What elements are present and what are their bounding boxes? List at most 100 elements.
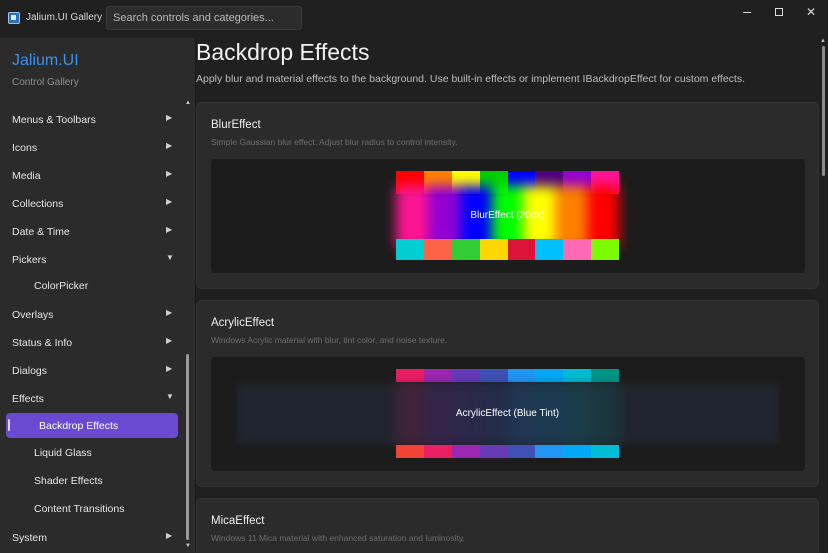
chevron-right-icon: ▶	[166, 364, 173, 373]
color-swatch	[507, 445, 536, 458]
selection-indicator	[8, 419, 10, 431]
sidebar-item-content-transitions[interactable]: Content Transitions	[0, 496, 184, 522]
color-swatch	[591, 445, 619, 458]
chevron-right-icon: ▶	[166, 169, 173, 178]
color-swatch	[396, 239, 424, 260]
brand-title: Jalium.UI	[12, 52, 79, 69]
color-swatch	[591, 369, 619, 382]
sidebar-item-label: Menus & Toolbars	[12, 114, 96, 126]
color-swatch	[423, 445, 452, 458]
scroll-up-icon[interactable]: ▲	[820, 38, 826, 44]
chevron-right-icon: ▶	[166, 531, 173, 540]
scroll-down-icon[interactable]: ▼	[185, 543, 191, 549]
blur-effect-demo: BlurEffect (20px)	[211, 159, 805, 273]
app-icon	[8, 12, 20, 24]
sidebar-item-media[interactable]: Media ▶	[0, 163, 184, 189]
sidebar-item-liquid-glass[interactable]: Liquid Glass	[0, 440, 184, 466]
sidebar-item-colorpicker[interactable]: ColorPicker	[0, 273, 184, 299]
minimize-button[interactable]	[734, 4, 760, 20]
sidebar-item-label: Content Transitions	[34, 503, 125, 515]
chevron-right-icon: ▶	[166, 336, 173, 345]
main-content: Backdrop Effects Apply blur and material…	[196, 38, 828, 553]
sidebar-scrollbar-thumb[interactable]	[186, 354, 189, 540]
sidebar-item-shader-effects[interactable]: Shader Effects	[0, 468, 184, 494]
color-swatch	[563, 445, 592, 458]
color-swatch	[479, 369, 508, 382]
card-description: Simple Gaussian blur effect. Adjust blur…	[211, 137, 458, 147]
maximize-icon	[775, 8, 783, 16]
sidebar-item-label: Overlays	[12, 309, 54, 321]
color-swatch	[423, 369, 452, 382]
color-swatch	[451, 445, 480, 458]
blur-effect-card: BlurEffect Simple Gaussian blur effect. …	[196, 102, 819, 289]
main-scrollbar-thumb[interactable]	[822, 46, 825, 176]
close-button[interactable]: ✕	[798, 4, 824, 20]
sidebar-item-label: Icons	[12, 142, 38, 154]
color-swatch	[535, 239, 564, 260]
color-strip-bottom	[396, 445, 619, 458]
chevron-down-icon: ▼	[166, 253, 174, 262]
sidebar-item-label: Liquid Glass	[34, 447, 92, 459]
brand-subtitle: Control Gallery	[12, 77, 79, 88]
color-swatch	[396, 445, 424, 458]
color-swatch	[507, 239, 536, 260]
demo-label: BlurEffect (20px)	[470, 210, 545, 221]
card-description: Windows 11 Mica material with enhanced s…	[211, 533, 465, 543]
sidebar-item-overlays[interactable]: Overlays ▶	[0, 302, 184, 328]
chevron-right-icon: ▶	[166, 141, 173, 150]
sidebar-item-label: Dialogs	[12, 365, 48, 377]
color-swatch	[396, 369, 424, 382]
sidebar-item-system[interactable]: System ▶	[0, 525, 184, 551]
sidebar-item-label: Status & Info	[12, 337, 73, 349]
sidebar-item-label: Collections	[12, 198, 64, 210]
acrylic-effect-card: AcrylicEffect Windows Acrylic material w…	[196, 300, 819, 487]
sidebar-item-label: Backdrop Effects	[39, 420, 119, 432]
color-swatch	[479, 239, 508, 260]
chevron-down-icon: ▼	[166, 392, 174, 401]
sidebar-item-dialogs[interactable]: Dialogs ▶	[0, 358, 184, 384]
color-strip-top	[396, 369, 619, 382]
sidebar-item-icons[interactable]: Icons ▶	[0, 135, 184, 161]
chevron-right-icon: ▶	[166, 197, 173, 206]
sidebar-item-label: Media	[12, 170, 41, 182]
card-title: AcrylicEffect	[211, 317, 275, 329]
sidebar-item-label: Shader Effects	[34, 475, 103, 487]
demo-label: AcrylicEffect (Blue Tint)	[455, 408, 560, 419]
page-title: Backdrop Effects	[196, 39, 370, 65]
sidebar-item-label: System	[12, 532, 48, 544]
card-description: Windows Acrylic material with blur, tint…	[211, 335, 448, 345]
color-swatch	[563, 239, 592, 260]
page-description: Apply blur and material effects to the b…	[196, 73, 745, 85]
mica-effect-card: MicaEffect Windows 11 Mica material with…	[196, 498, 819, 553]
maximize-button[interactable]	[766, 4, 792, 20]
sidebar-item-label: ColorPicker	[34, 280, 89, 292]
search-input[interactable]: Search controls and categories...	[106, 6, 302, 30]
sidebar-item-pickers[interactable]: Pickers ▼	[0, 247, 184, 273]
acrylic-effect-demo: AcrylicEffect (Blue Tint)	[211, 357, 805, 471]
sidebar-item-collections[interactable]: Collections ▶	[0, 191, 184, 217]
chevron-right-icon: ▶	[166, 113, 173, 122]
app-title: Jalium.UI Gallery	[26, 12, 103, 23]
color-swatch	[535, 445, 564, 458]
sidebar-item-backdrop-effects[interactable]: Backdrop Effects	[6, 413, 178, 438]
title-bar: Jalium.UI Gallery Search controls and ca…	[0, 0, 828, 38]
chevron-right-icon: ▶	[166, 225, 173, 234]
sidebar: Jalium.UI Control Gallery Menus & Toolba…	[0, 38, 196, 553]
scroll-up-icon[interactable]: ▲	[185, 100, 191, 106]
color-swatch	[423, 239, 452, 260]
sidebar-item-label: Effects	[12, 393, 44, 405]
card-title: BlurEffect	[211, 119, 261, 131]
color-swatch	[535, 369, 564, 382]
sidebar-item-effects[interactable]: Effects ▼	[0, 386, 184, 412]
color-swatch	[451, 239, 480, 260]
minimize-icon	[743, 12, 751, 14]
color-strip-bottom	[396, 239, 619, 260]
sidebar-item-label: Date & Time	[12, 226, 70, 238]
color-swatch	[479, 445, 508, 458]
sidebar-item-date-time[interactable]: Date & Time ▶	[0, 219, 184, 245]
sidebar-item-label: Pickers	[12, 254, 47, 266]
close-icon: ✕	[805, 5, 817, 19]
sidebar-item-status-info[interactable]: Status & Info ▶	[0, 330, 184, 356]
color-swatch	[591, 239, 619, 260]
sidebar-item-menus-toolbars[interactable]: Menus & Toolbars ▶	[0, 107, 184, 133]
